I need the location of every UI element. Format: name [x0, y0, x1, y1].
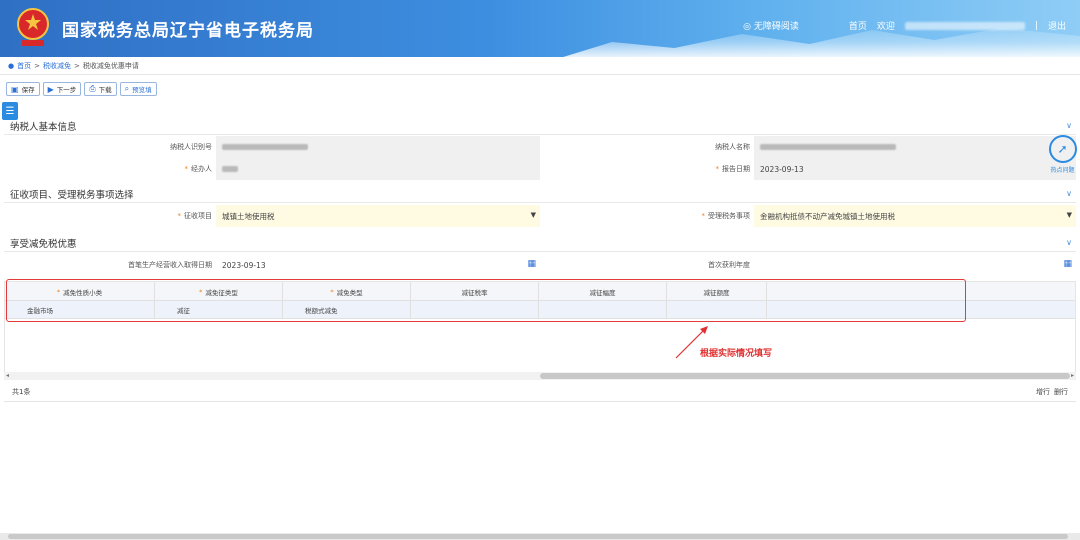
chevron-down-icon: ∨ — [1066, 121, 1072, 130]
report-date-label: * 报告日期 — [540, 158, 754, 180]
row-handler: * 经办人 * 报告日期 2023-09-13 — [4, 158, 1076, 180]
scroll-right-icon[interactable]: ▸ — [1071, 372, 1074, 379]
breadcrumb-sep: > — [73, 62, 80, 70]
home-link[interactable]: 首页 — [849, 19, 867, 32]
scroll-left-icon[interactable]: ◂ — [6, 372, 9, 379]
caret-down-icon: ▼ — [530, 211, 536, 219]
handler-label: * 经办人 — [4, 158, 216, 180]
add-row-button[interactable]: 增行 — [1036, 387, 1050, 397]
redacted-value — [222, 166, 238, 172]
taxpayer-id-field — [216, 136, 540, 158]
play-icon: ▶ — [47, 84, 54, 94]
row-benefit-dates: 首笔生产经营收入取得日期 2023-09-13 ▦ 首次获利年度 ▦ — [4, 254, 1076, 276]
annotation-text: 根据实际情况填写 — [700, 349, 773, 359]
breadcrumb-level1[interactable]: 税收减免 — [43, 61, 71, 71]
breadcrumb-home[interactable]: 首页 — [17, 61, 31, 71]
record-count: 共1条 — [12, 387, 31, 396]
breadcrumb: ● 首页 > 税收减免 > 税收减免优惠申请 — [8, 61, 139, 71]
required-mark: * — [184, 165, 189, 173]
section-title: 享受减免税优惠 — [10, 238, 77, 250]
save-icon: ▣ — [11, 84, 19, 94]
print-icon: ⎙ — [89, 84, 96, 93]
levy-item-label: * 征收项目 — [4, 205, 216, 227]
calendar-icon[interactable]: ▦ — [1063, 259, 1072, 269]
section-title: 征收项目、受理税务事项选择 — [10, 189, 134, 201]
chevron-down-icon: ∨ — [1066, 189, 1072, 198]
section-levy-header[interactable]: 征收项目、受理税务事项选择 ∨ — [4, 185, 1076, 203]
cursor-click-icon: ➚ — [1048, 135, 1077, 163]
hot-questions-label: 热点问题 — [1050, 167, 1075, 174]
tax-matter-select[interactable]: 金融机构抵债不动产减免城镇土地使用税 ▼ — [754, 205, 1076, 227]
scroll-thumb[interactable] — [8, 534, 1068, 539]
user-name-redacted — [904, 21, 1025, 30]
preview-button[interactable]: ⌕ 预览填 — [119, 82, 157, 96]
breadcrumb-divider — [0, 74, 1080, 75]
accessibility-link[interactable]: ◎ 无障碍阅读 — [743, 19, 799, 32]
grid-horizontal-scrollbar[interactable]: ◂ ▸ — [4, 372, 1076, 380]
report-date-field[interactable]: 2023-09-13 — [754, 158, 1076, 180]
first-income-date-field[interactable]: 2023-09-13 ▦ — [216, 254, 540, 276]
tax-matter-label: * 受理税务事项 — [540, 205, 754, 227]
toolbar: ▣ 保存 ▶ 下一步 ⎙ 下载 ⌕ 预览填 — [6, 82, 157, 96]
caret-down-icon: ▼ — [1066, 211, 1072, 219]
section-benefit-header[interactable]: 享受减免税优惠 ∨ — [4, 234, 1076, 252]
nav-divider: | — [1034, 20, 1038, 31]
section-title: 纳税人基本信息 — [10, 121, 77, 133]
levy-item-select[interactable]: 城镇土地使用税 ▼ — [216, 205, 540, 227]
row-taxpayer-id: 纳税人识别号 纳税人名称 — [4, 136, 1076, 158]
delete-row-button[interactable]: 删行 — [1054, 387, 1068, 397]
section-taxpayer-header[interactable]: 纳税人基本信息 ∨ — [4, 117, 1076, 135]
required-mark: * — [701, 212, 706, 220]
hot-questions-widget[interactable]: ➚ 热点问题 — [1045, 135, 1080, 179]
highlight-box — [6, 279, 966, 322]
taxpayer-name-label: 纳税人名称 — [540, 136, 754, 158]
first-profit-year-label: 首次获利年度 — [540, 254, 754, 276]
welcome-text: 欢迎 — [876, 22, 895, 32]
taxpayer-name-field — [754, 136, 1076, 158]
next-step-button[interactable]: ▶ 下一步 — [42, 82, 82, 96]
search-icon: ⌕ — [124, 84, 130, 93]
calendar-icon[interactable]: ▦ — [527, 259, 536, 269]
taxpayer-id-label: 纳税人识别号 — [4, 136, 216, 158]
national-emblem-icon — [17, 8, 49, 46]
page-horizontal-scrollbar[interactable] — [0, 533, 1080, 540]
row-levy: * 征收项目 城镇土地使用税 ▼ * 受理税务事项 金融机构抵债不动产减免城镇土地使用… — [4, 205, 1076, 227]
location-pin-icon: ● — [8, 62, 15, 70]
chevron-down-icon: ∨ — [1066, 238, 1072, 247]
download-button[interactable]: ⎙ 下载 — [84, 82, 117, 96]
first-income-date-label: 首笔生产经营收入取得日期 — [4, 254, 216, 276]
logout-link[interactable]: 退出 — [1048, 19, 1066, 32]
redacted-value — [222, 144, 308, 150]
breadcrumb-sep: > — [34, 62, 40, 70]
scroll-thumb[interactable] — [540, 373, 1070, 379]
header-banner: 国家税务总局辽宁省电子税务局 ◎ 无障碍阅读 首页 欢迎 | 退出 — [0, 0, 1080, 57]
first-profit-year-field[interactable]: ▦ — [754, 254, 1076, 276]
handler-field[interactable] — [216, 158, 540, 180]
breadcrumb-current: 税收减免优惠申请 — [82, 62, 139, 70]
redacted-value — [760, 144, 896, 150]
site-title: 国家税务总局辽宁省电子税务局 — [62, 21, 314, 41]
top-nav: ◎ 无障碍阅读 首页 欢迎 | 退出 — [743, 19, 1066, 33]
row-actions: 增行 删行 — [1036, 387, 1068, 397]
required-mark: * — [177, 212, 182, 220]
required-mark: * — [715, 165, 720, 173]
save-button[interactable]: ▣ 保存 — [6, 82, 40, 96]
grid-footer: 共1条 增行 删行 — [4, 382, 1076, 402]
